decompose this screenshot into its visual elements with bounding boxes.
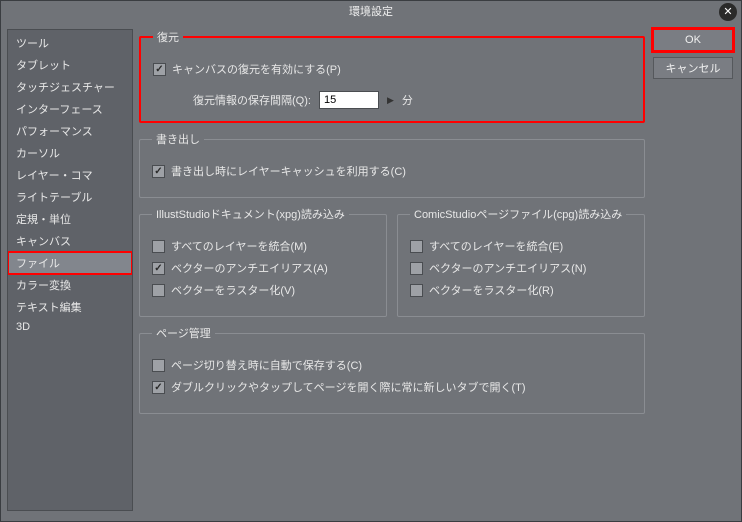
autosave-checkbox[interactable] [152, 359, 165, 372]
illust-group: IllustStudioドキュメント(xpg)読み込み すべてのレイヤーを統合(… [139, 206, 387, 317]
sidebar-item-file[interactable]: ファイル [8, 252, 132, 274]
sidebar-item-color[interactable]: カラー変換 [8, 274, 132, 296]
sidebar-item-canvas[interactable]: キャンバス [8, 230, 132, 252]
sidebar-item-cursor[interactable]: カーソル [8, 142, 132, 164]
ok-button[interactable]: OK [653, 29, 733, 51]
comic-group: ComicStudioページファイル(cpg)読み込み すべてのレイヤーを統合(… [397, 206, 645, 317]
comic-aa-label[interactable]: ベクターのアンチエイリアス(N) [429, 260, 586, 276]
comic-aa-checkbox[interactable] [410, 262, 423, 275]
titlebar: 環境設定 [1, 1, 741, 23]
restore-group: 復元 キャンバスの復元を有効にする(P) 復元情報の保存間隔(Q): ▶ 分 [139, 29, 645, 123]
sidebar-item-text[interactable]: テキスト編集 [8, 296, 132, 318]
illust-aa-checkbox[interactable] [152, 262, 165, 275]
comic-legend: ComicStudioページファイル(cpg)読み込み [410, 206, 626, 222]
sidebar-item-layer[interactable]: レイヤー・コマ [8, 164, 132, 186]
export-cache-checkbox[interactable] [152, 165, 165, 178]
sidebar-item-performance[interactable]: パフォーマンス [8, 120, 132, 142]
comic-merge-label[interactable]: すべてのレイヤーを統合(E) [429, 238, 563, 254]
close-icon[interactable] [719, 3, 737, 21]
interval-input[interactable] [319, 91, 379, 109]
autosave-label[interactable]: ページ切り替え時に自動で保存する(C) [171, 357, 362, 373]
enable-restore-checkbox[interactable] [153, 63, 166, 76]
comic-raster-checkbox[interactable] [410, 284, 423, 297]
illust-raster-label[interactable]: ベクターをラスター化(V) [171, 282, 295, 298]
comic-merge-checkbox[interactable] [410, 240, 423, 253]
increment-arrow-icon[interactable]: ▶ [387, 95, 394, 106]
sidebar-item-ruler[interactable]: 定規・単位 [8, 208, 132, 230]
illust-merge-checkbox[interactable] [152, 240, 165, 253]
preferences-dialog: 環境設定 ツール タブレット タッチジェスチャー インターフェース パフォーマン… [0, 0, 742, 522]
sidebar-item-interface[interactable]: インターフェース [8, 98, 132, 120]
cancel-button[interactable]: キャンセル [653, 57, 733, 79]
category-sidebar: ツール タブレット タッチジェスチャー インターフェース パフォーマンス カーソ… [7, 29, 133, 511]
illust-merge-label[interactable]: すべてのレイヤーを統合(M) [171, 238, 307, 254]
sidebar-item-lighttable[interactable]: ライトテーブル [8, 186, 132, 208]
interval-label: 復元情報の保存間隔(Q): [193, 92, 311, 108]
export-legend: 書き出し [152, 131, 204, 147]
illust-aa-label[interactable]: ベクターのアンチエイリアス(A) [171, 260, 328, 276]
page-legend: ページ管理 [152, 325, 215, 341]
export-cache-label[interactable]: 書き出し時にレイヤーキャッシュを利用する(C) [171, 163, 406, 179]
comic-raster-label[interactable]: ベクターをラスター化(R) [429, 282, 554, 298]
page-group: ページ管理 ページ切り替え時に自動で保存する(C) ダブルクリックやタップしてペ… [139, 325, 645, 414]
illust-legend: IllustStudioドキュメント(xpg)読み込み [152, 206, 349, 222]
sidebar-item-tablet[interactable]: タブレット [8, 54, 132, 76]
illust-raster-checkbox[interactable] [152, 284, 165, 297]
dialog-title: 環境設定 [349, 6, 393, 18]
sidebar-item-3d[interactable]: 3D [8, 318, 132, 336]
export-group: 書き出し 書き出し時にレイヤーキャッシュを利用する(C) [139, 131, 645, 198]
interval-unit: 分 [402, 92, 413, 108]
enable-restore-label[interactable]: キャンバスの復元を有効にする(P) [172, 61, 341, 77]
newtab-checkbox[interactable] [152, 381, 165, 394]
main-panel: OK キャンセル 復元 キャンバスの復元を有効にする(P) 復元情報の保存間隔(… [139, 29, 735, 511]
sidebar-item-tool[interactable]: ツール [8, 32, 132, 54]
restore-legend: 復元 [153, 29, 183, 45]
newtab-label[interactable]: ダブルクリックやタップしてページを開く際に常に新しいタブで開く(T) [171, 379, 526, 395]
sidebar-item-touch[interactable]: タッチジェスチャー [8, 76, 132, 98]
